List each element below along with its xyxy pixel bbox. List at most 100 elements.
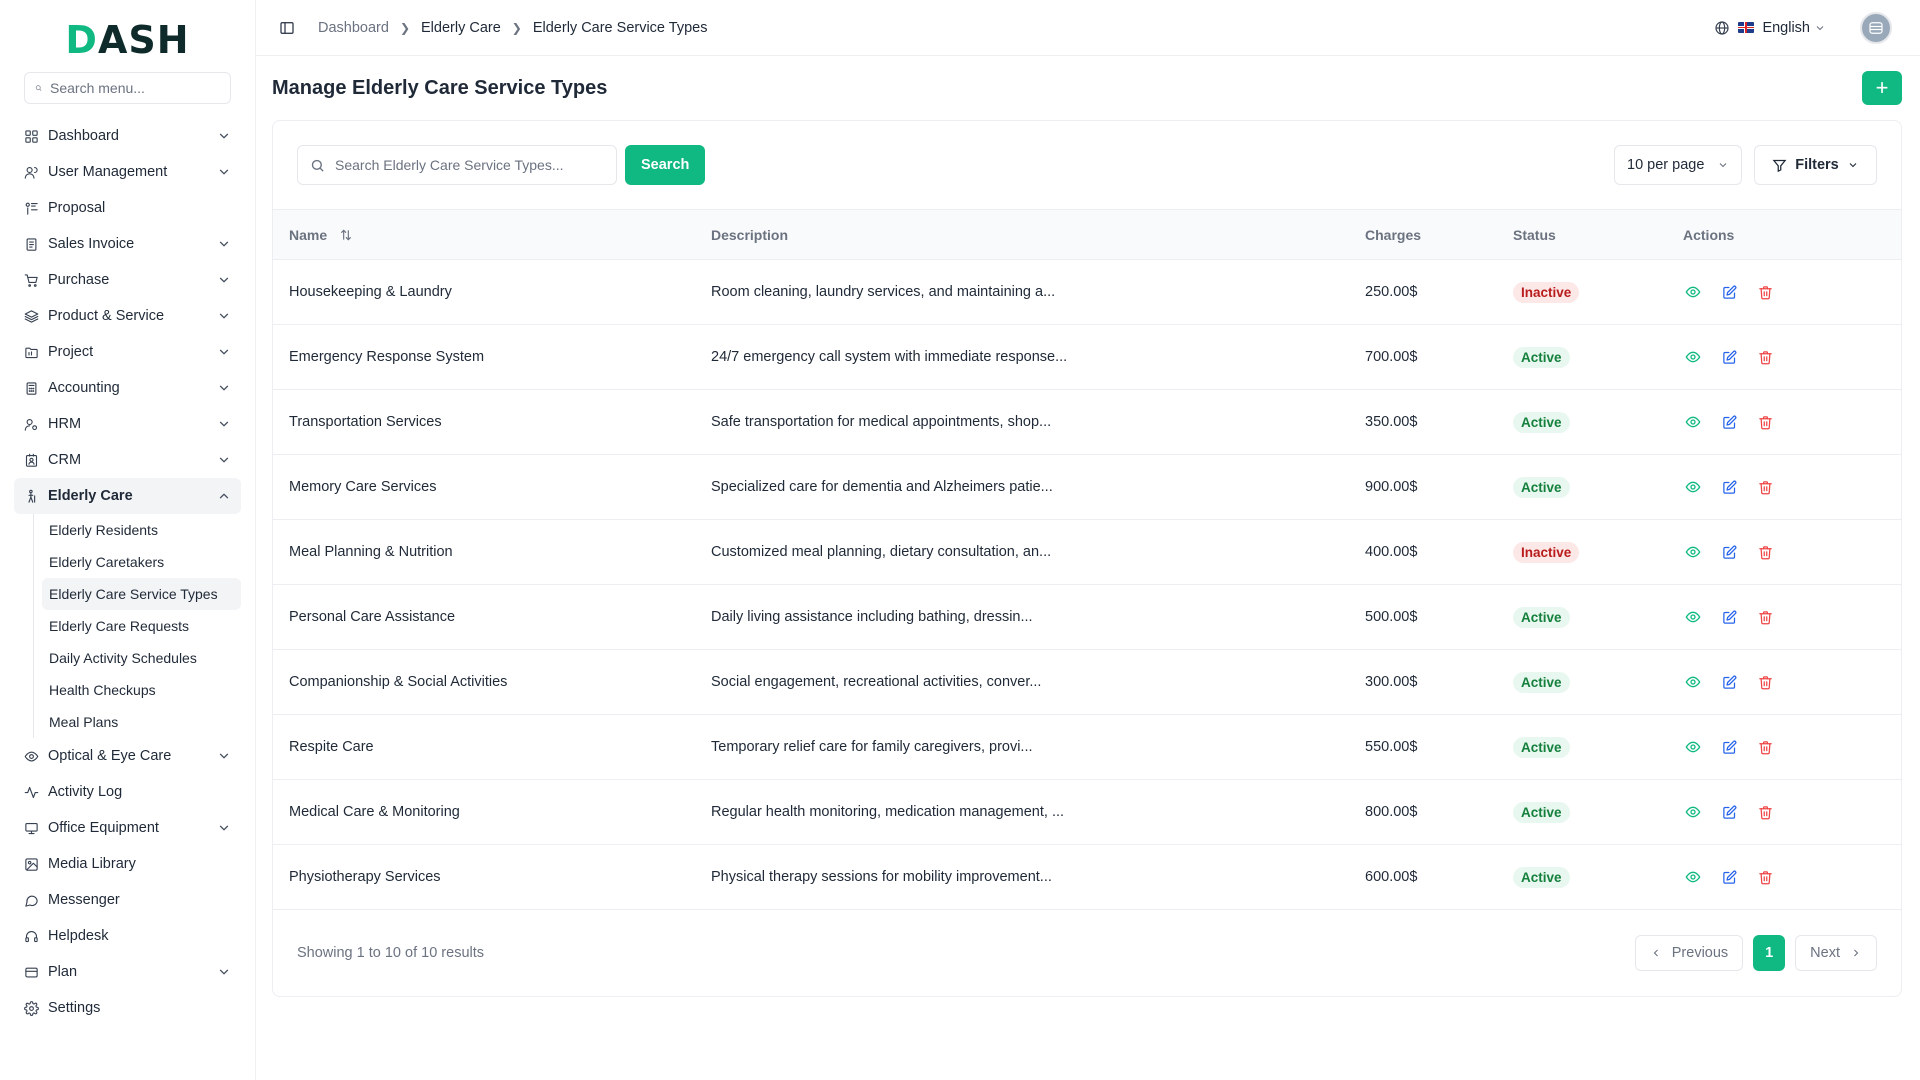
language-selector[interactable]: English [1714,20,1826,36]
submenu-item-elderly-care-service-types[interactable]: Elderly Care Service Types [42,578,241,610]
view-icon[interactable] [1683,282,1703,302]
sidebar-item-user-management[interactable]: User Management [14,154,241,190]
sidebar-item-product-and-service[interactable]: Product & Service [14,298,241,334]
table-search-input[interactable] [335,157,595,173]
chevron-down-icon [1816,25,1824,30]
per-page-select[interactable]: 10 per page [1614,145,1742,185]
sort-icon[interactable] [339,228,353,242]
delete-icon[interactable] [1755,347,1775,367]
invoice-icon [22,235,40,253]
column-name[interactable]: Name [273,210,695,260]
page-number-current[interactable]: 1 [1753,935,1786,971]
sidebar-item-label: Dashboard [48,128,119,144]
edit-icon[interactable] [1719,347,1739,367]
edit-icon[interactable] [1719,477,1739,497]
image-icon [22,855,40,873]
sidebar-item-settings[interactable]: Settings [14,990,241,1026]
sidebar-item-label: Accounting [48,380,120,396]
sidebar-toggle-icon[interactable] [276,17,298,39]
chevron-down-icon [217,417,231,431]
status-badge: Active [1513,736,1570,758]
sidebar-item-hrm[interactable]: HRM [14,406,241,442]
avatar[interactable] [1860,11,1892,44]
previous-page-button[interactable]: Previous [1634,935,1744,971]
edit-icon[interactable] [1719,412,1739,432]
sidebar-item-label: Project [48,344,94,360]
sidebar-item-proposal[interactable]: Proposal [14,190,241,226]
sidebar-item-purchase[interactable]: Purchase [14,262,241,298]
sidebar-item-office-equipment[interactable]: Office Equipment [14,810,241,846]
edit-icon[interactable] [1719,607,1739,627]
sidebar-item-helpdesk[interactable]: Helpdesk [14,918,241,954]
cell-actions [1667,650,1901,715]
logo[interactable]: DASH [14,18,241,62]
sidebar-item-optical-and-eye-care[interactable]: Optical & Eye Care [14,738,241,774]
delete-icon[interactable] [1755,412,1775,432]
sidebar-item-media-library[interactable]: Media Library [14,846,241,882]
view-icon[interactable] [1683,607,1703,627]
next-page-button[interactable]: Next [1795,935,1877,971]
view-icon[interactable] [1683,477,1703,497]
sidebar-item-activity-log[interactable]: Activity Log [14,774,241,810]
table-header-row: Name Description Charges Status Actions [273,209,1901,260]
monitor-icon [22,819,40,837]
users-icon [22,163,40,181]
delete-icon[interactable] [1755,477,1775,497]
sidebar-item-crm[interactable]: CRM [14,442,241,478]
sidebar-item-label: Activity Log [48,784,123,800]
submenu-item-meal-plans[interactable]: Meal Plans [42,706,241,738]
pagination: Previous 1 Next [1634,935,1877,971]
search-button[interactable]: Search [625,145,706,185]
view-icon[interactable] [1683,542,1703,562]
submenu-item-health-checkups[interactable]: Health Checkups [42,674,241,706]
submenu-item-elderly-residents[interactable]: Elderly Residents [42,514,241,546]
sidebar-nav: Dashboard User Management Proposal Sales In… [14,118,241,1026]
edit-icon[interactable] [1719,542,1739,562]
view-icon[interactable] [1683,672,1703,692]
edit-icon[interactable] [1719,802,1739,822]
sidebar-item-accounting[interactable]: Accounting [14,370,241,406]
breadcrumb-dashboard[interactable]: Dashboard [318,20,389,36]
cell-actions [1667,520,1901,585]
per-page-value: 10 per page [1627,157,1705,173]
sidebar-item-dashboard[interactable]: Dashboard [14,118,241,154]
edit-icon[interactable] [1719,737,1739,757]
sidebar-item-messenger[interactable]: Messenger [14,882,241,918]
view-icon[interactable] [1683,347,1703,367]
delete-icon[interactable] [1755,867,1775,887]
sidebar-search-input[interactable] [50,80,220,96]
edit-icon[interactable] [1719,282,1739,302]
cell-name: Memory Care Services [289,479,437,495]
delete-icon[interactable] [1755,542,1775,562]
edit-icon[interactable] [1719,867,1739,887]
view-icon[interactable] [1683,867,1703,887]
edit-icon[interactable] [1719,672,1739,692]
view-icon[interactable] [1683,737,1703,757]
status-badge: Active [1513,671,1570,693]
sidebar-item-plan[interactable]: Plan [14,954,241,990]
status-badge: Active [1513,606,1570,628]
submenu-item-daily-activity-schedules[interactable]: Daily Activity Schedules [42,642,241,674]
delete-icon[interactable] [1755,607,1775,627]
cell-charges: 350.00$ [1365,414,1418,430]
delete-icon[interactable] [1755,802,1775,822]
add-service-type-button[interactable]: + [1862,71,1902,105]
cell-actions [1667,780,1901,845]
table-search [297,145,617,185]
cell-charges: 800.00$ [1365,804,1418,820]
view-icon[interactable] [1683,412,1703,432]
sidebar-item-elderly-care[interactable]: Elderly Care [14,478,241,514]
delete-icon[interactable] [1755,737,1775,757]
delete-icon[interactable] [1755,282,1775,302]
cell-name: Medical Care & Monitoring [289,804,460,820]
submenu-item-elderly-care-requests[interactable]: Elderly Care Requests [42,610,241,642]
cell-status: Active [1497,650,1667,715]
sidebar-item-sales-invoice[interactable]: Sales Invoice [14,226,241,262]
content: Manage Elderly Care Service Types + Sear… [256,56,1920,997]
view-icon[interactable] [1683,802,1703,822]
submenu-item-elderly-caretakers[interactable]: Elderly Caretakers [42,546,241,578]
delete-icon[interactable] [1755,672,1775,692]
breadcrumb-elderly-care[interactable]: Elderly Care [421,20,501,36]
sidebar-item-project[interactable]: Project [14,334,241,370]
filters-button[interactable]: Filters [1754,145,1877,185]
